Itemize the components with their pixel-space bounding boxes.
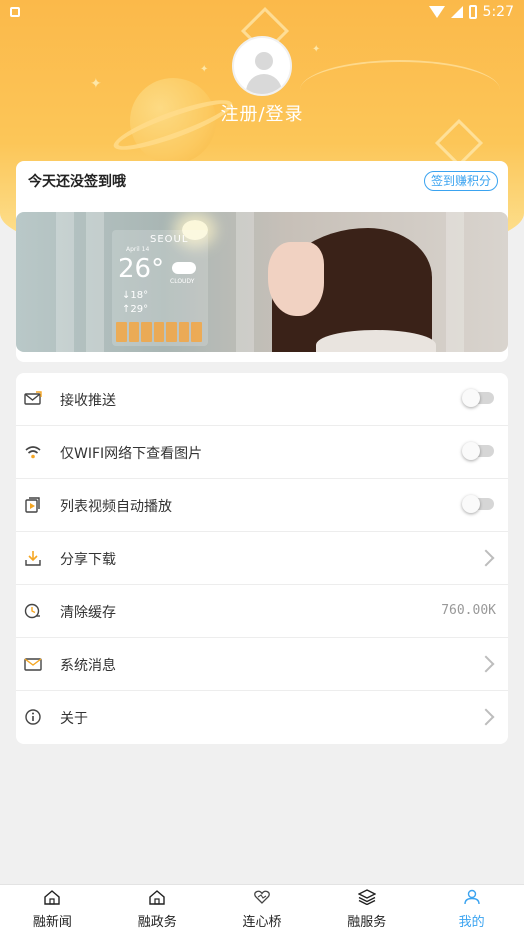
bookshelf-decoration [86,212,104,352]
clock: 5:27 [482,4,514,20]
heart-link-icon [253,889,271,905]
setting-video-autoplay[interactable]: 列表视频自动播放 [16,479,508,532]
nav-label: 我的 [458,915,485,930]
cache-clock-icon [24,602,42,620]
weather-condition: CLOUDY [170,278,195,285]
setting-label: 清除缓存 [60,605,116,621]
avatar[interactable] [232,36,292,96]
bookshelf-decoration [446,212,464,352]
person-shoulder [316,330,436,352]
bottom-nav: 融新闻 融政务 连心桥 融服务 我的 [0,884,524,932]
sparkle-icon: ✦ [90,76,102,92]
nav-item-service[interactable]: 融服务 [314,885,419,932]
video-play-icon [24,496,42,514]
nav-item-news[interactable]: 融新闻 [0,885,105,932]
chevron-right-icon [477,708,495,726]
weather-city: SEOUL [150,234,189,245]
setting-system-messages[interactable]: 系统消息 [16,638,508,691]
layers-icon [357,889,376,905]
battery-icon [468,5,477,19]
chevron-right-icon [477,549,495,567]
envelope-icon [24,655,42,673]
promo-banner[interactable]: SEOUL April 14 26° CLOUDY ↓18° ↑29° [16,212,508,352]
wifi-only-toggle[interactable] [462,442,494,460]
setting-label: 系统消息 [60,658,116,674]
nav-item-government[interactable]: 融政务 [105,885,210,932]
sparkle-icon: ✦ [200,64,209,75]
nav-label: 连心桥 [242,915,282,930]
setting-label: 列表视频自动播放 [60,499,172,515]
square-decoration [434,118,484,168]
notification-icon [10,7,20,17]
settings-list: 接收推送 仅WIFI网络下查看图片 列表视频自动播放 分享下载 清除缓存 760… [16,373,508,744]
bookshelf-decoration [236,212,254,352]
wifi-icon [24,443,42,461]
weather-low: ↓18° [122,290,149,301]
nav-label: 融政务 [137,915,177,930]
avatar-body-icon [246,74,282,94]
setting-clear-cache[interactable]: 清除缓存 760.00K [16,585,508,638]
sign-in-card: 今天还没签到哦 签到赚积分 SEOUL April 14 26° CLOUDY … [16,161,508,362]
chevron-right-icon [477,655,495,673]
cache-size-value: 760.00K [441,603,496,618]
setting-label: 接收推送 [60,393,116,409]
setting-share-download[interactable]: 分享下载 [16,532,508,585]
avatar-head-icon [255,52,273,70]
weather-high: ↑29° [122,304,149,315]
nav-label: 融新闻 [32,915,72,930]
video-autoplay-toggle[interactable] [462,495,494,513]
nav-item-bridge[interactable]: 连心桥 [210,885,315,932]
nav-item-mine[interactable]: 我的 [419,885,524,932]
home-icon [43,889,61,905]
setting-label: 仅WIFI网络下查看图片 [60,446,203,462]
forecast-strip [116,322,203,342]
sparkle-icon: ✦ [312,44,321,55]
nav-label: 融服务 [347,915,387,930]
cloud-icon [172,262,196,274]
receive-push-toggle[interactable] [462,389,494,407]
mail-receive-icon [24,390,42,408]
setting-label: 分享下载 [60,552,116,568]
weather-temperature: 26° [118,254,165,284]
setting-receive-push[interactable]: 接收推送 [16,373,508,426]
person-face [268,242,324,316]
bookshelf-decoration [56,212,74,352]
weather-widget: SEOUL April 14 26° CLOUDY ↓18° ↑29° [112,230,208,346]
wifi-status-icon [428,6,445,18]
setting-label: 关于 [60,711,88,727]
sign-in-status: 今天还没签到哦 [28,174,126,190]
login-register-link[interactable]: 注册/登录 [0,100,524,126]
signal-icon [450,6,463,18]
info-icon [24,708,42,726]
weather-date: April 14 [126,246,150,253]
setting-about[interactable]: 关于 [16,691,508,744]
download-icon [24,549,42,567]
setting-wifi-only-images[interactable]: 仅WIFI网络下查看图片 [16,426,508,479]
sign-in-button[interactable]: 签到赚积分 [423,171,498,191]
status-bar: 5:27 [0,0,524,24]
government-icon [148,889,166,905]
user-icon [463,889,481,905]
